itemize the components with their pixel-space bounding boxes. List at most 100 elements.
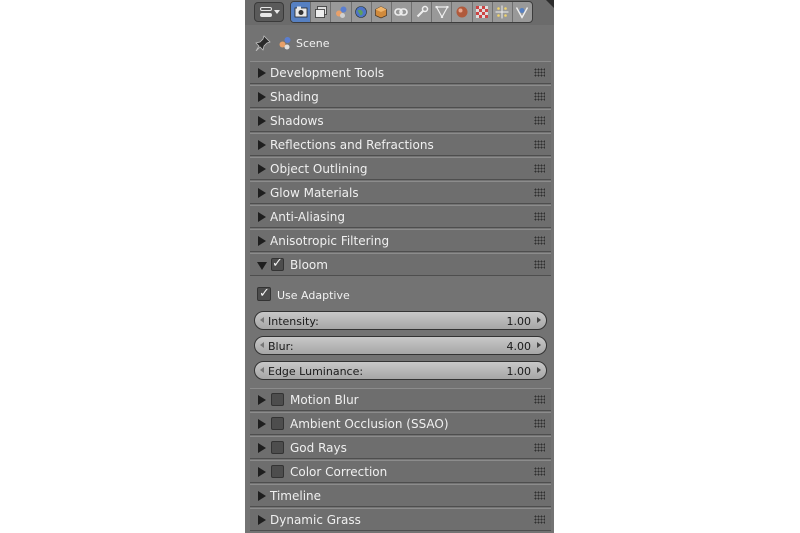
motion-blur-checkbox[interactable] <box>271 393 284 406</box>
color-correction-checkbox[interactable] <box>271 465 284 478</box>
scene-label[interactable]: Scene <box>296 37 330 50</box>
render-icon <box>294 6 307 18</box>
panel-label: Glow Materials <box>270 186 359 200</box>
panel-anisotropic-filtering[interactable]: Anisotropic Filtering <box>250 229 551 252</box>
object-icon <box>375 6 388 19</box>
tab-constraints[interactable] <box>392 2 413 22</box>
disclosure-triangle-icon <box>258 164 266 174</box>
tab-texture[interactable] <box>473 2 493 22</box>
tab-material[interactable] <box>452 2 473 22</box>
tab-world[interactable] <box>352 2 372 22</box>
scene-icon <box>279 37 291 50</box>
use-adaptive-label[interactable]: Use Adaptive <box>277 289 350 302</box>
drag-handle-icon[interactable] <box>534 68 545 77</box>
drag-handle-icon[interactable] <box>534 140 545 149</box>
decrement-arrow-icon[interactable] <box>260 367 264 373</box>
tab-render[interactable] <box>291 2 312 22</box>
tab-physics[interactable] <box>513 2 532 22</box>
drag-handle-icon[interactable] <box>534 92 545 101</box>
context-path: Scene <box>245 30 554 56</box>
particles-icon <box>495 5 509 19</box>
disclosure-triangle-icon <box>258 467 266 477</box>
blur-slider[interactable]: Blur: 4.00 <box>254 336 547 355</box>
slider-value: 4.00 <box>506 340 532 353</box>
chevron-down-icon <box>274 10 280 14</box>
drag-handle-icon[interactable] <box>534 212 545 221</box>
texture-icon <box>476 6 489 18</box>
disclosure-triangle-icon <box>258 188 266 198</box>
drag-handle-icon[interactable] <box>534 116 545 125</box>
increment-arrow-icon[interactable] <box>537 317 541 323</box>
use-adaptive-checkbox[interactable]: ✓ <box>257 287 271 301</box>
panel-label: Development Tools <box>270 66 385 80</box>
panel-color-correction[interactable]: Color Correction <box>250 460 551 483</box>
drag-handle-icon[interactable] <box>534 395 545 404</box>
check-icon: ✓ <box>259 286 270 301</box>
disclosure-triangle-icon <box>258 491 266 501</box>
panel-god-rays[interactable]: God Rays <box>250 436 551 459</box>
panel-anti-aliasing[interactable]: Anti-Aliasing <box>250 205 551 228</box>
tab-render-layers[interactable] <box>311 2 332 22</box>
increment-arrow-icon[interactable] <box>537 367 541 373</box>
drag-handle-icon[interactable] <box>534 236 545 245</box>
slider-label: Intensity: <box>268 315 319 328</box>
panel-reflections[interactable]: Reflections and Refractions <box>250 133 551 156</box>
disclosure-triangle-icon <box>258 92 266 102</box>
panel-shading[interactable]: Shading <box>250 85 551 108</box>
drag-handle-icon[interactable] <box>534 188 545 197</box>
panel-ssao[interactable]: Ambient Occlusion (SSAO) <box>250 412 551 435</box>
disclosure-triangle-icon <box>258 140 266 150</box>
panel-label: Anti-Aliasing <box>270 210 345 224</box>
disclosure-triangle-icon <box>258 212 266 222</box>
world-icon <box>355 6 367 18</box>
area-corner-grip[interactable] <box>546 0 554 8</box>
check-icon: ✓ <box>272 256 283 271</box>
edge-luminance-slider[interactable]: Edge Luminance: 1.00 <box>254 361 547 380</box>
panel-shadows[interactable]: Shadows <box>250 109 551 132</box>
panel-label: Bloom <box>290 258 328 272</box>
panel-timeline[interactable]: Timeline <box>250 484 551 507</box>
increment-arrow-icon[interactable] <box>537 342 541 348</box>
drag-handle-icon[interactable] <box>534 491 545 500</box>
tab-scene[interactable] <box>331 2 352 22</box>
decrement-arrow-icon[interactable] <box>260 317 264 323</box>
modifiers-icon <box>416 5 428 18</box>
slider-value: 1.00 <box>506 315 532 328</box>
pin-icon[interactable] <box>255 35 271 51</box>
panel-glow-materials[interactable]: Glow Materials <box>250 181 551 204</box>
disclosure-triangle-icon <box>258 236 266 246</box>
context-tabs <box>290 1 533 23</box>
panel-object-outlining[interactable]: Object Outlining <box>250 157 551 180</box>
drag-handle-icon[interactable] <box>534 419 545 428</box>
tab-object[interactable] <box>372 2 392 22</box>
panel-development-tools[interactable]: Development Tools <box>250 61 551 84</box>
disclosure-triangle-icon <box>257 262 267 270</box>
disclosure-triangle-icon <box>258 395 266 405</box>
slider-label: Blur: <box>268 340 294 353</box>
drag-handle-icon[interactable] <box>534 467 545 476</box>
properties-header <box>245 0 554 25</box>
panel-dynamic-grass[interactable]: Dynamic Grass <box>250 508 551 531</box>
ssao-checkbox[interactable] <box>271 417 284 430</box>
panel-bloom[interactable]: ✓ Bloom <box>250 253 551 276</box>
panel-label: Timeline <box>270 489 322 503</box>
decrement-arrow-icon[interactable] <box>260 342 264 348</box>
disclosure-triangle-icon <box>258 68 266 78</box>
drag-handle-icon[interactable] <box>534 260 545 269</box>
drag-handle-icon[interactable] <box>534 443 545 452</box>
panel-motion-blur[interactable]: Motion Blur <box>250 388 551 411</box>
panel-label: Shadows <box>270 114 324 128</box>
god-rays-checkbox[interactable] <box>271 441 284 454</box>
drag-handle-icon[interactable] <box>534 515 545 524</box>
bloom-enable-checkbox[interactable]: ✓ <box>271 256 284 271</box>
bloom-panel-body: ✓ Use Adaptive Intensity: 1.00 Blur: 4.0… <box>250 277 551 385</box>
editor-type-button[interactable] <box>254 2 284 22</box>
slider-label: Edge Luminance: <box>268 365 364 378</box>
tab-particles[interactable] <box>493 2 513 22</box>
panel-label: Reflections and Refractions <box>270 138 434 152</box>
editor-type-icon <box>260 7 272 11</box>
intensity-slider[interactable]: Intensity: 1.00 <box>254 311 547 330</box>
drag-handle-icon[interactable] <box>534 164 545 173</box>
tab-modifiers[interactable] <box>412 2 433 22</box>
tab-data[interactable] <box>432 2 453 22</box>
